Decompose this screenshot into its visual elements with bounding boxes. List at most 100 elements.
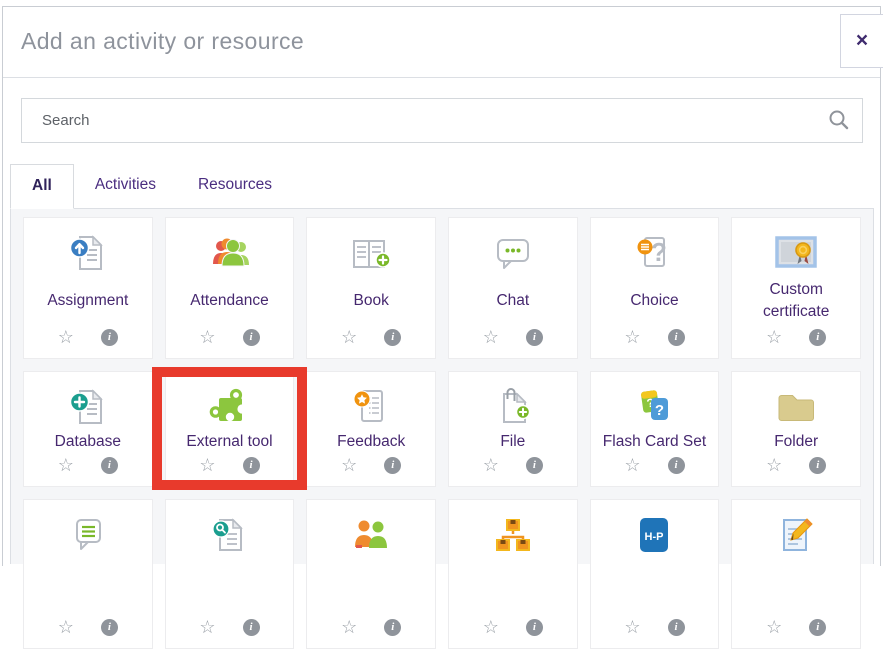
tile-label[interactable]: Chat	[496, 276, 529, 325]
info-icon[interactable]: i	[384, 456, 402, 474]
tile-chat[interactable]: Chat ☆ i	[448, 217, 578, 359]
tile-lesson[interactable]: ☆ i	[448, 499, 578, 649]
tile-database[interactable]: Database ☆ i	[23, 371, 153, 487]
tile-file[interactable]: File ☆ i	[448, 371, 578, 487]
tile-assignment[interactable]: Assignment ☆ i	[23, 217, 153, 359]
info-icon[interactable]: i	[384, 328, 402, 346]
group-choice-icon	[350, 512, 392, 558]
star-icon[interactable]: ☆	[199, 328, 215, 346]
tile-label[interactable]: Feedback	[337, 430, 405, 453]
tile-forum[interactable]: ☆ i	[23, 499, 153, 649]
info-icon[interactable]: i	[525, 328, 543, 346]
lesson-icon	[492, 512, 534, 558]
info-icon[interactable]: i	[667, 618, 685, 636]
close-button[interactable]: ×	[840, 14, 883, 68]
star-icon[interactable]: ☆	[58, 618, 74, 636]
assignment-icon	[68, 230, 108, 276]
star-icon[interactable]: ☆	[766, 328, 782, 346]
info-icon[interactable]: i	[242, 618, 260, 636]
tile-label[interactable]: Database	[55, 430, 121, 453]
tile-label[interactable]: Assignment	[47, 276, 128, 325]
svg-text:?: ?	[652, 237, 668, 267]
star-icon[interactable]: ☆	[58, 456, 74, 474]
tile-label[interactable]: Flash Card Set	[603, 430, 706, 453]
tile-h5p[interactable]: H-P ☆ i	[589, 499, 720, 649]
tile-label[interactable]: External tool	[186, 430, 272, 453]
svg-text:?: ?	[655, 402, 664, 419]
module-panel: Assignment ☆ i Attendance ☆ i Book ☆ i C…	[10, 208, 874, 649]
search-input[interactable]	[21, 98, 863, 143]
search-bar	[21, 98, 863, 143]
star-icon[interactable]: ☆	[766, 618, 782, 636]
tab-bar: All Activities Resources	[10, 164, 880, 209]
tile-glossary[interactable]: ☆ i	[164, 499, 295, 649]
tile-choice[interactable]: ? Choice ☆ i	[589, 217, 720, 359]
tile-label[interactable]: Custom certificate	[735, 276, 857, 325]
svg-text:H-P: H-P	[645, 531, 664, 543]
tile-attendance[interactable]: Attendance ☆ i	[164, 217, 295, 359]
tile-label[interactable]: Folder	[774, 430, 818, 453]
tile-folder[interactable]: Folder ☆ i	[731, 371, 861, 487]
custom-certificate-icon	[774, 230, 818, 276]
info-icon[interactable]: i	[100, 456, 118, 474]
info-icon[interactable]: i	[100, 618, 118, 636]
page-title: Add an activity or resource	[21, 28, 305, 54]
info-icon[interactable]: i	[667, 328, 685, 346]
h5p-icon: H-P	[635, 512, 673, 558]
tile-feedback[interactable]: Feedback ☆ i	[306, 371, 436, 487]
search-icon[interactable]	[828, 109, 850, 131]
tab-activities[interactable]: Activities	[74, 164, 177, 208]
tile-journal[interactable]: ☆ i	[731, 499, 861, 649]
star-icon[interactable]: ☆	[624, 456, 640, 474]
tile-label[interactable]: Attendance	[190, 276, 268, 325]
star-icon[interactable]: ☆	[199, 618, 215, 636]
info-icon[interactable]: i	[809, 456, 827, 474]
tile-label[interactable]: File	[500, 430, 525, 453]
tile-group-choice[interactable]: ☆ i	[306, 499, 436, 649]
info-icon[interactable]: i	[809, 328, 827, 346]
dialog-header: Add an activity or resource ×	[3, 7, 883, 78]
star-icon[interactable]: ☆	[624, 618, 640, 636]
tile-external-tool[interactable]: External tool ☆ i	[164, 371, 295, 487]
info-icon[interactable]: i	[242, 456, 260, 474]
book-icon	[350, 230, 392, 276]
info-icon[interactable]: i	[384, 618, 402, 636]
tile-label[interactable]: Book	[353, 276, 388, 325]
star-icon[interactable]: ☆	[483, 618, 499, 636]
journal-icon	[776, 512, 816, 558]
database-icon	[68, 384, 108, 430]
tile-label[interactable]: Choice	[630, 276, 678, 325]
external-tool-icon	[207, 384, 251, 430]
tab-resources[interactable]: Resources	[177, 164, 293, 208]
glossary-icon	[209, 512, 249, 558]
star-icon[interactable]: ☆	[341, 328, 357, 346]
star-icon[interactable]: ☆	[624, 328, 640, 346]
info-icon[interactable]: i	[809, 618, 827, 636]
module-grid: Assignment ☆ i Attendance ☆ i Book ☆ i C…	[23, 217, 861, 649]
info-icon[interactable]: i	[525, 618, 543, 636]
tile-flash-card-set[interactable]: ? ? Flash Card Set ☆ i	[589, 371, 720, 487]
choice-icon: ?	[634, 230, 674, 276]
star-icon[interactable]: ☆	[483, 456, 499, 474]
star-icon[interactable]: ☆	[58, 328, 74, 346]
add-activity-dialog: Add an activity or resource × All Activi…	[2, 6, 883, 649]
star-icon[interactable]: ☆	[483, 328, 499, 346]
flash-card-set-icon: ? ?	[634, 384, 674, 430]
info-icon[interactable]: i	[100, 328, 118, 346]
file-icon	[493, 384, 533, 430]
star-icon[interactable]: ☆	[341, 456, 357, 474]
star-icon[interactable]: ☆	[766, 456, 782, 474]
tile-book[interactable]: Book ☆ i	[306, 217, 436, 359]
attendance-icon	[208, 230, 250, 276]
info-icon[interactable]: i	[242, 328, 260, 346]
tile-custom-certificate[interactable]: Custom certificate ☆ i	[731, 217, 861, 359]
info-icon[interactable]: i	[667, 456, 685, 474]
folder-icon	[774, 384, 818, 430]
star-icon[interactable]: ☆	[341, 618, 357, 636]
tab-all[interactable]: All	[10, 164, 74, 209]
star-icon[interactable]: ☆	[199, 456, 215, 474]
info-icon[interactable]: i	[525, 456, 543, 474]
forum-icon	[68, 512, 108, 558]
feedback-icon	[351, 384, 391, 430]
chat-icon	[492, 230, 534, 276]
